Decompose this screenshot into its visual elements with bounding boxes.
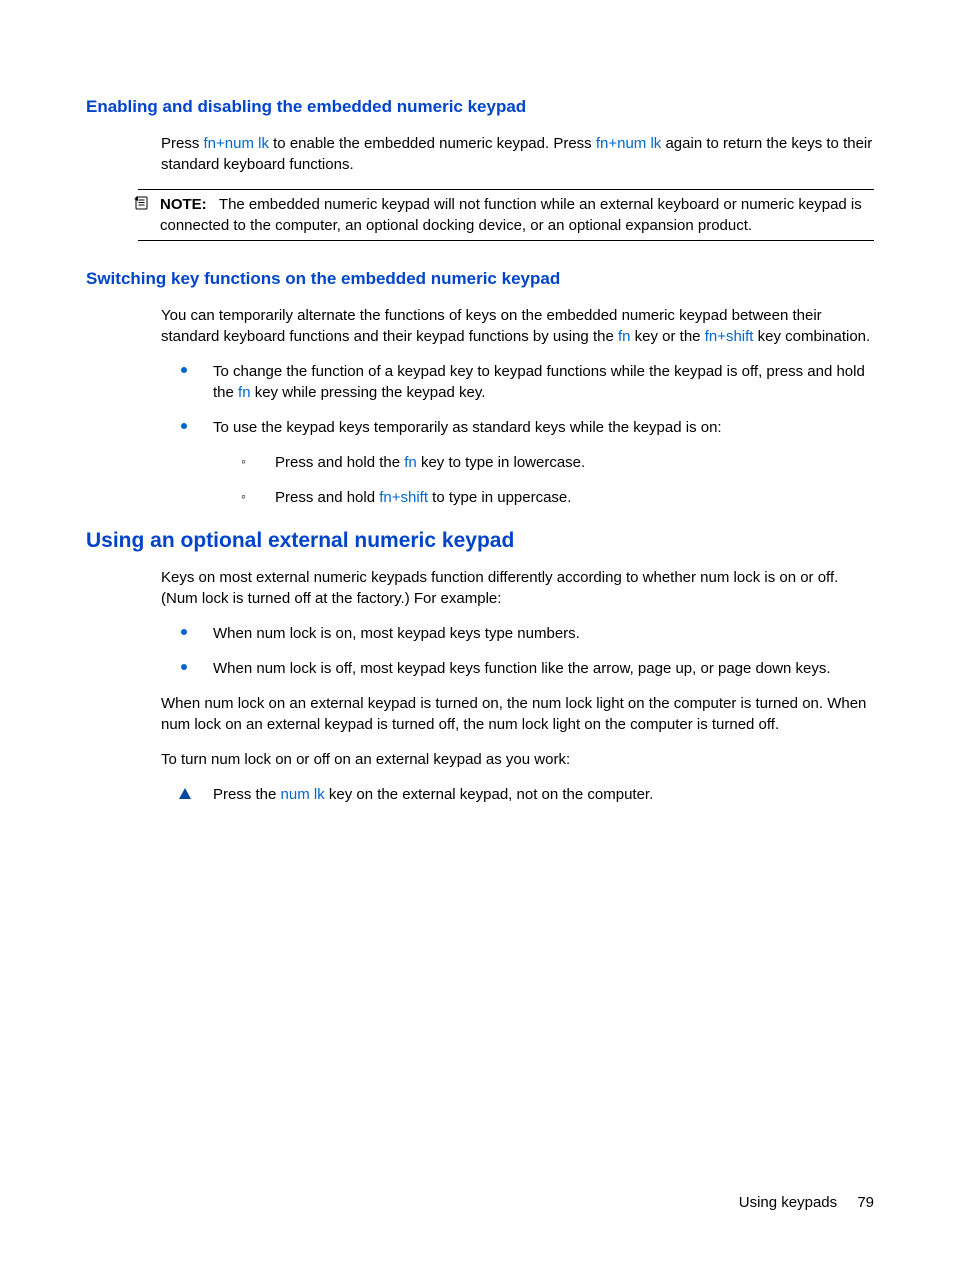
key-fn: fn [404, 454, 417, 471]
page-number: 79 [857, 1194, 874, 1211]
text: to enable the embedded numeric keypad. P… [269, 135, 596, 152]
key-fn-numlk: fn+num lk [596, 135, 661, 152]
para-external-2: When num lock on an external keypad is t… [161, 693, 874, 735]
list-item: When num lock is off, most keypad keys f… [181, 658, 874, 679]
heading-enabling: Enabling and disabling the embedded nume… [86, 95, 874, 119]
heading-external-keypad: Using an optional external numeric keypa… [86, 526, 874, 555]
text: Press [161, 135, 204, 152]
text: key combination. [753, 328, 870, 345]
list-item: To change the function of a keypad key t… [181, 361, 874, 403]
sub-list: Press and hold the fn key to type in low… [213, 452, 874, 508]
list-item: To use the keypad keys temporarily as st… [181, 417, 874, 508]
para-enable: Press fn+num lk to enable the embedded n… [161, 133, 874, 175]
heading-switching: Switching key functions on the embedded … [86, 267, 874, 291]
text: Press and hold [275, 489, 379, 506]
key-fn-numlk: fn+num lk [204, 135, 269, 152]
key-fn: fn [238, 384, 251, 401]
note-label: NOTE: [160, 196, 207, 213]
para-switching: You can temporarily alternate the functi… [161, 305, 874, 347]
footer-section: Using keypads [739, 1194, 837, 1211]
note-body: NOTE: The embedded numeric keypad will n… [160, 194, 874, 236]
para-external-3: To turn num lock on or off on an externa… [161, 749, 874, 770]
text: key on the external keypad, not on the c… [325, 786, 654, 803]
bullet-list: To change the function of a keypad key t… [181, 361, 874, 508]
text: key while pressing the keypad key. [251, 384, 486, 401]
key-fn: fn [618, 328, 631, 345]
list-item: Press and hold fn+shift to type in upper… [213, 487, 874, 508]
note-text: The embedded numeric keypad will not fun… [160, 196, 862, 234]
action-item: Press the num lk key on the external key… [181, 784, 874, 805]
key-fn-shift: fn+shift [379, 489, 428, 506]
text: Press the [213, 786, 281, 803]
text: key to type in lowercase. [417, 454, 585, 471]
note-block: NOTE: The embedded numeric keypad will n… [138, 189, 874, 241]
text: to type in uppercase. [428, 489, 571, 506]
text: Press and hold the [275, 454, 404, 471]
key-numlk: num lk [281, 786, 325, 803]
bullet-list: When num lock is on, most keypad keys ty… [181, 623, 874, 679]
text: To use the keypad keys temporarily as st… [213, 419, 722, 436]
list-item: Press and hold the fn key to type in low… [213, 452, 874, 473]
key-fn-shift: fn+shift [705, 328, 754, 345]
list-item: When num lock is on, most keypad keys ty… [181, 623, 874, 644]
text: key or the [630, 328, 704, 345]
para-external-1: Keys on most external numeric keypads fu… [161, 567, 874, 609]
note-icon [134, 195, 150, 216]
page-footer: Using keypads 79 [739, 1192, 874, 1213]
